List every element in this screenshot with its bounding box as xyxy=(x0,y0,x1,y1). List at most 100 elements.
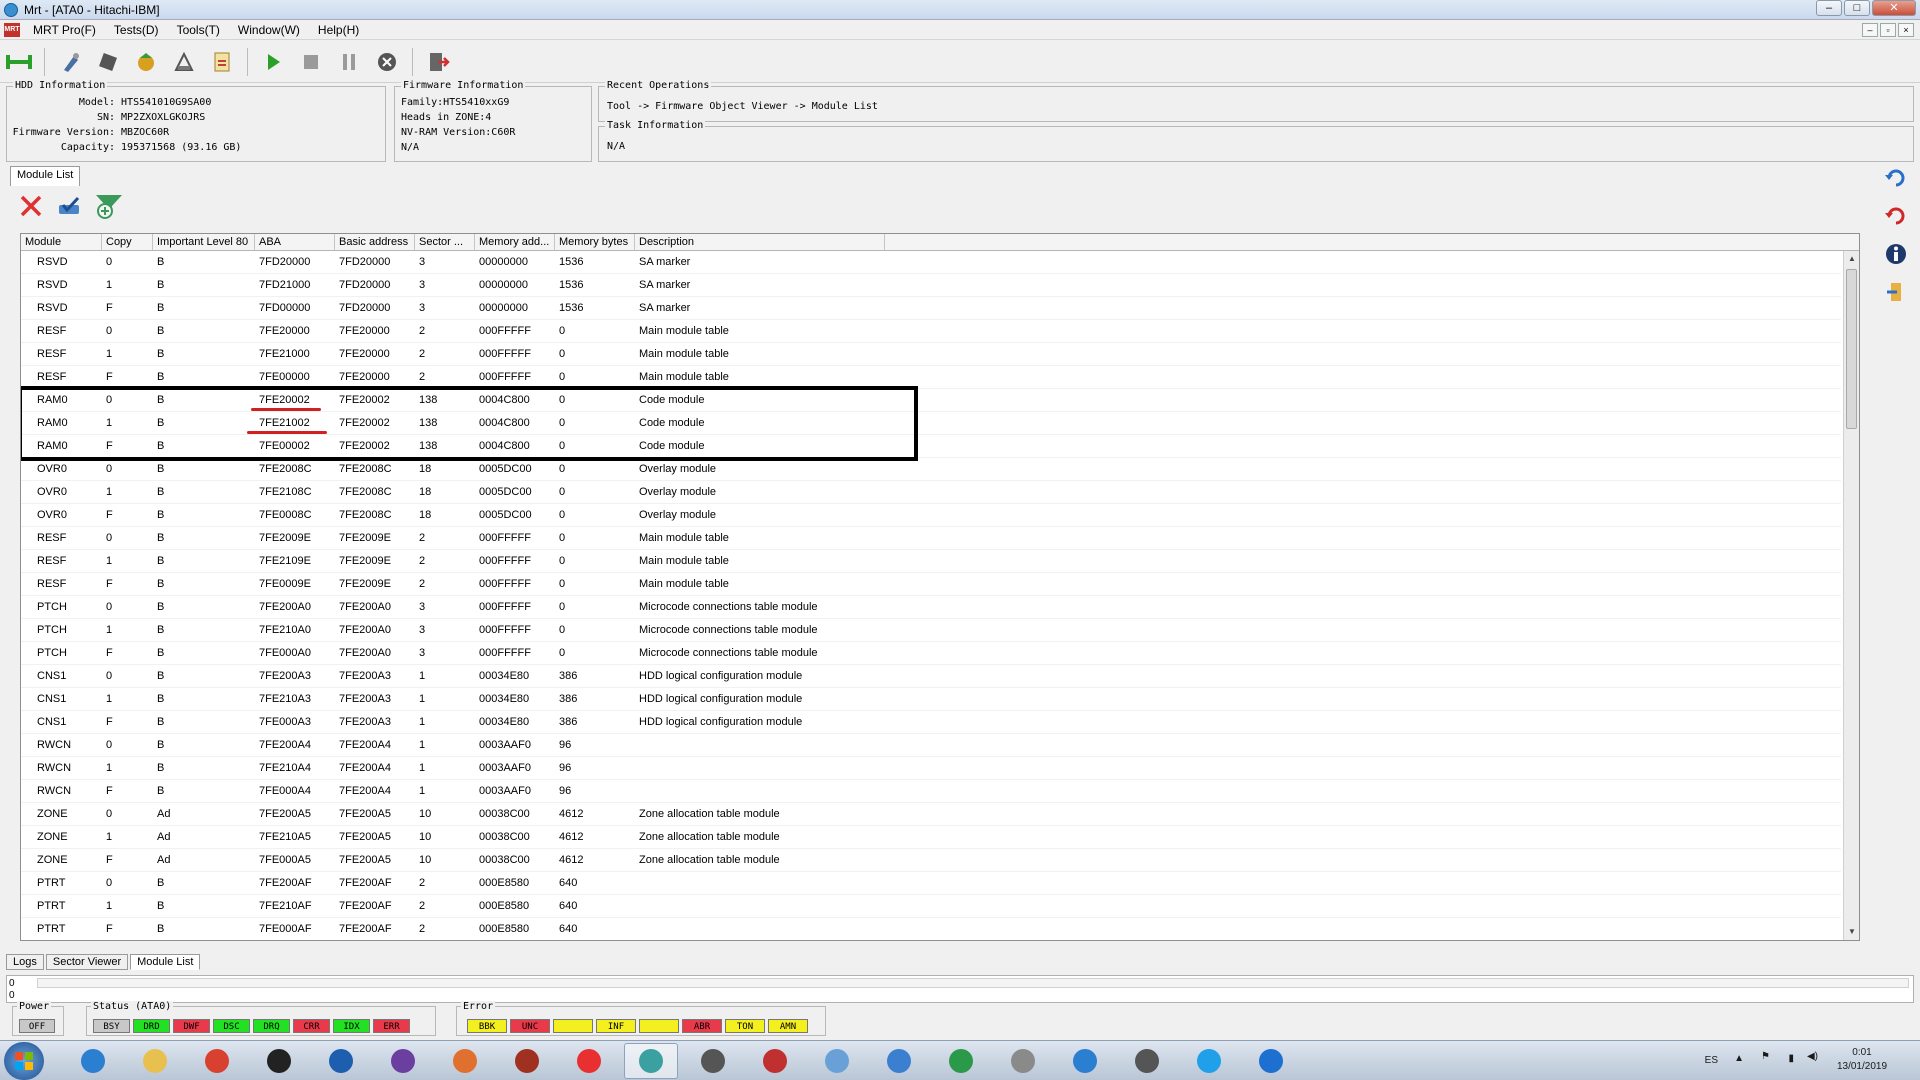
t-app-icon[interactable] xyxy=(872,1043,926,1079)
ie-icon[interactable] xyxy=(66,1043,120,1079)
cancel-icon[interactable] xyxy=(371,46,403,78)
col-sector[interactable]: Sector ... xyxy=(415,234,475,250)
mdi-restore-button[interactable]: ▫ xyxy=(1880,23,1896,37)
game-icon[interactable] xyxy=(562,1043,616,1079)
network-signal-icon[interactable]: ▮ xyxy=(1788,1053,1794,1064)
table-row[interactable]: ZONE 0 Ad 7FE200A5 7FE200A5 10 00038C00 4612 Zon… xyxy=(21,803,1841,826)
table-row[interactable]: CNS1 0 B 7FE200A3 7FE200A3 1 00034E80 386 HDD lo… xyxy=(21,665,1841,688)
office-icon[interactable] xyxy=(438,1043,492,1079)
flag-icon[interactable]: ⚑ xyxy=(1761,1051,1770,1062)
col-description[interactable]: Description xyxy=(635,234,885,250)
scroll-thumb[interactable] xyxy=(1846,269,1857,429)
close-button[interactable]: ✕ xyxy=(1872,0,1916,16)
fan-icon[interactable] xyxy=(934,1043,988,1079)
table-row[interactable]: RSVD 0 B 7FD20000 7FD20000 3 00000000 1536 SA ma… xyxy=(21,251,1841,274)
col-module[interactable]: Module xyxy=(21,234,102,250)
table-row[interactable]: OVR0 F B 7FE0008C 7FE2008C 18 0005DC00 0 Overlay… xyxy=(21,504,1841,527)
vertical-scrollbar[interactable]: ▲ ▼ xyxy=(1843,251,1859,940)
table-row[interactable]: PTRT 0 B 7FE200AF 7FE200AF 2 000E8580 640 xyxy=(21,872,1841,895)
table-row[interactable]: PTRT 1 B 7FE210AF 7FE200AF 2 000E8580 640 xyxy=(21,895,1841,918)
undo-icon[interactable] xyxy=(1884,166,1908,190)
menu-mrt-pro[interactable]: MRT Pro(F) xyxy=(24,23,105,37)
pause-icon[interactable] xyxy=(333,46,365,78)
table-row[interactable]: OVR0 1 B 7FE2108C 7FE2008C 18 0005DC00 0 Overlay… xyxy=(21,481,1841,504)
table-row[interactable]: ZONE F Ad 7FE000A5 7FE200A5 10 00038C00 4612 Zon… xyxy=(21,849,1841,872)
add-filter-icon[interactable] xyxy=(94,192,124,223)
col-basic-address[interactable]: Basic address xyxy=(335,234,415,250)
table-row[interactable]: RESF 0 B 7FE2009E 7FE2009E 2 000FFFFF 0 Main mod… xyxy=(21,527,1841,550)
hxd-icon[interactable] xyxy=(686,1043,740,1079)
terminal-icon[interactable] xyxy=(252,1043,306,1079)
maximize-button[interactable]: □ xyxy=(1844,0,1870,16)
scroll-down-icon[interactable]: ▼ xyxy=(1844,924,1859,940)
scroll-up-icon[interactable]: ▲ xyxy=(1844,251,1859,267)
report-icon[interactable] xyxy=(206,46,238,78)
volume-icon[interactable]: ◀) xyxy=(1807,1051,1818,1062)
menu-tools[interactable]: Tools(T) xyxy=(168,23,229,37)
tab-module-list[interactable]: Module List xyxy=(10,166,81,186)
table-row[interactable]: RESF 1 B 7FE21000 7FE20000 2 000FFFFF 0 Main mod… xyxy=(21,343,1841,366)
menu-window[interactable]: Window(W) xyxy=(229,23,309,37)
table-row[interactable]: PTCH 1 B 7FE210A0 7FE200A0 3 000FFFFF 0 Microcod… xyxy=(21,619,1841,642)
tool-icon[interactable] xyxy=(54,46,86,78)
menu-tests[interactable]: Tests(D) xyxy=(105,23,168,37)
stop-icon[interactable] xyxy=(295,46,327,78)
bios-icon[interactable] xyxy=(748,1043,802,1079)
module-grid[interactable]: Module Copy Important Level 80 ABA Basic… xyxy=(20,233,1860,941)
table-row[interactable]: PTCH 0 B 7FE200A0 7FE200A0 3 000FFFFF 0 Microcod… xyxy=(21,596,1841,619)
table-row[interactable]: PTCH F B 7FE000A0 7FE200A0 3 000FFFFF 0 Microcod… xyxy=(21,642,1841,665)
printer-icon[interactable] xyxy=(1120,1043,1174,1079)
menu-help[interactable]: Help(H) xyxy=(309,23,368,37)
pie-app-icon[interactable] xyxy=(376,1043,430,1079)
network-icon[interactable] xyxy=(810,1043,864,1079)
export-icon[interactable] xyxy=(1884,280,1908,304)
table-row[interactable]: CNS1 F B 7FE000A3 7FE200A3 1 00034E80 386 HDD lo… xyxy=(21,711,1841,734)
chrome-icon[interactable] xyxy=(190,1043,244,1079)
skype-icon[interactable] xyxy=(1182,1043,1236,1079)
capture-icon[interactable] xyxy=(1058,1043,1112,1079)
mdi-close-button[interactable]: × xyxy=(1898,23,1914,37)
table-row[interactable]: RAM0 F B 7FE00002 7FE20002 138 0004C800 0 Code m… xyxy=(21,435,1841,458)
col-copy[interactable]: Copy xyxy=(102,234,153,250)
col-memory-bytes[interactable]: Memory bytes xyxy=(555,234,635,250)
mrt-icon[interactable] xyxy=(624,1043,678,1079)
table-row[interactable]: PTRT F B 7FE000AF 7FE200AF 2 000E8580 640 xyxy=(21,918,1841,940)
show-hidden-icon[interactable]: ▲ xyxy=(1734,1053,1744,1064)
clock-date[interactable]: 13/01/2019 xyxy=(1832,1061,1892,1072)
table-row[interactable]: RESF 0 B 7FE20000 7FE20000 2 000FFFFF 0 Main mod… xyxy=(21,320,1841,343)
archive-icon[interactable] xyxy=(500,1043,554,1079)
table-row[interactable]: RWCN 1 B 7FE210A4 7FE200A4 1 0003AAF0 96 xyxy=(21,757,1841,780)
col-memory-address[interactable]: Memory add... xyxy=(475,234,555,250)
table-row[interactable]: RSVD F B 7FD00000 7FD20000 3 00000000 1536 SA ma… xyxy=(21,297,1841,320)
folder-icon[interactable] xyxy=(128,1043,182,1079)
mrt-tool-icon[interactable] xyxy=(314,1043,368,1079)
col-aba[interactable]: ABA xyxy=(255,234,335,250)
table-row[interactable]: RESF 1 B 7FE2109E 7FE2009E 2 000FFFFF 0 Main mod… xyxy=(21,550,1841,573)
module-icon[interactable] xyxy=(130,46,162,78)
calculator-icon[interactable] xyxy=(996,1043,1050,1079)
table-row[interactable]: OVR0 0 B 7FE2008C 7FE2008C 18 0005DC00 0 Overlay… xyxy=(21,458,1841,481)
table-row[interactable]: RWCN 0 B 7FE200A4 7FE200A4 1 0003AAF0 96 xyxy=(21,734,1841,757)
teamviewer-icon[interactable] xyxy=(1244,1043,1298,1079)
table-row[interactable]: RESF F B 7FE0009E 7FE2009E 2 000FFFFF 0 Main mod… xyxy=(21,573,1841,596)
tab-sector-viewer[interactable]: Sector Viewer xyxy=(45,954,129,970)
col-important-level[interactable]: Important Level 80 xyxy=(153,234,255,250)
chip-icon[interactable] xyxy=(92,46,124,78)
table-row[interactable]: ZONE 1 Ad 7FE210A5 7FE200A5 10 00038C00 4612 Zon… xyxy=(21,826,1841,849)
table-row[interactable]: CNS1 1 B 7FE210A3 7FE200A3 1 00034E80 386 HDD lo… xyxy=(21,688,1841,711)
start-button[interactable] xyxy=(4,1042,44,1080)
play-icon[interactable] xyxy=(257,46,289,78)
delete-icon[interactable] xyxy=(18,193,44,222)
minimize-button[interactable]: – xyxy=(1816,0,1842,16)
clock-time[interactable]: 0:01 xyxy=(1832,1047,1892,1058)
mdi-minimize-button[interactable]: – xyxy=(1862,23,1878,37)
table-row[interactable]: RWCN F B 7FE000A4 7FE200A4 1 0003AAF0 96 xyxy=(21,780,1841,803)
flash-icon[interactable] xyxy=(168,46,200,78)
connect-icon[interactable] xyxy=(3,46,35,78)
check-icon[interactable] xyxy=(56,193,82,222)
redo-icon[interactable] xyxy=(1884,204,1908,228)
tab-logs[interactable]: Logs xyxy=(6,954,44,970)
info-icon[interactable] xyxy=(1884,242,1908,266)
table-row[interactable]: RESF F B 7FE00000 7FE20000 2 000FFFFF 0 Main mod… xyxy=(21,366,1841,389)
table-row[interactable]: RSVD 1 B 7FD21000 7FD20000 3 00000000 1536 SA ma… xyxy=(21,274,1841,297)
